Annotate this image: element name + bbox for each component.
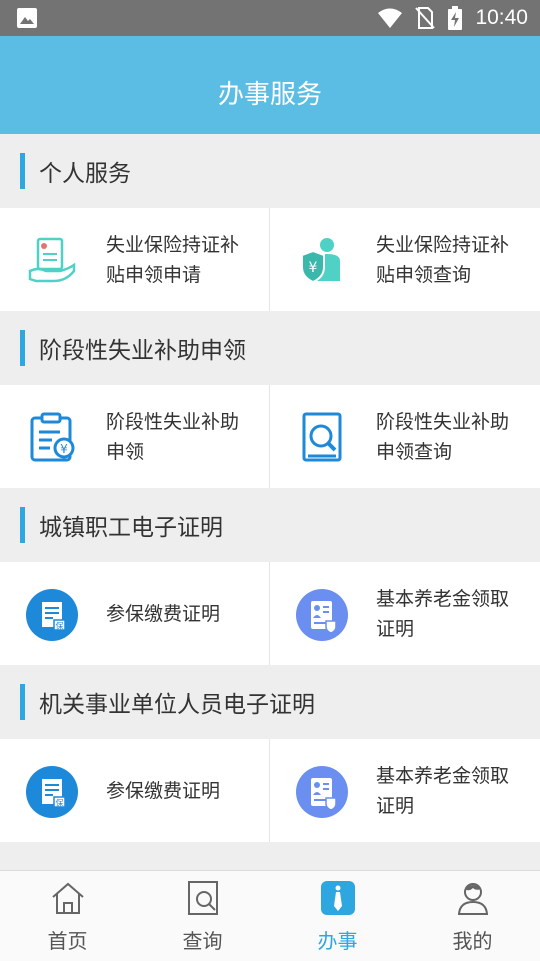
insurance-certificate-icon: 保 [26, 766, 78, 818]
svg-text:保: 保 [56, 621, 64, 631]
tab-label: 我的 [452, 929, 493, 953]
certificate-hand-icon [28, 237, 76, 283]
no-sim-icon [415, 7, 436, 29]
page-title: 办事服务 [217, 80, 322, 110]
section-title: 城镇职工电子证明 [39, 515, 223, 541]
tab-services[interactable]: 办事 [270, 871, 405, 961]
service-item-unemployment-subsidy-query[interactable]: ¥ 失业保险持证补贴申领查询 [269, 208, 540, 311]
pension-certificate-icon [296, 589, 348, 641]
service-list[interactable]: 个人服务 失业保险持证补贴申领申请 ¥ 失业保险持证补贴申领查询 阶段性失业补助… [0, 134, 540, 870]
section-accent-bar [20, 507, 25, 543]
status-time: 10:40 [475, 6, 528, 29]
service-row: 保 参保缴费证明 基本养老金领取证明 [0, 562, 540, 665]
service-item-label: 基本养老金领取证明 [376, 764, 510, 817]
home-icon [51, 882, 84, 914]
user-icon [457, 883, 488, 915]
svg-text:保: 保 [56, 798, 64, 808]
service-item-label: 失业保险持证补贴申领申请 [106, 233, 240, 286]
service-row: ¥ 阶段性失业补助申领 阶段性失业补助申领查询 [0, 385, 540, 488]
image-notification-icon [17, 8, 37, 28]
service-item-label: 参保缴费证明 [106, 779, 221, 802]
service-item-pension-proof[interactable]: 基本养老金领取证明 [269, 739, 540, 842]
section-title: 阶段性失业补助申领 [39, 338, 246, 364]
service-item-pension-proof[interactable]: 基本养老金领取证明 [269, 562, 540, 665]
service-row: 失业保险持证补贴申领申请 ¥ 失业保险持证补贴申领查询 [0, 208, 540, 311]
tab-label: 首页 [47, 929, 88, 953]
section-header: 阶段性失业补助申领 [0, 311, 540, 385]
section-header: 城镇职工电子证明 [0, 488, 540, 562]
document-search-icon [302, 412, 342, 462]
search-doc-icon [187, 881, 218, 915]
svg-text:¥: ¥ [60, 442, 68, 456]
tab-label: 查询 [182, 929, 223, 953]
bottom-tab-bar: 首页 查询 办事 我的 [0, 870, 540, 961]
service-item-label: 参保缴费证明 [106, 602, 221, 625]
svg-text:¥: ¥ [309, 260, 318, 276]
app-header: 办事服务 [0, 36, 540, 134]
section-header: 机关事业单位人员电子证明 [0, 665, 540, 739]
tab-home[interactable]: 首页 [0, 871, 135, 961]
section-title: 个人服务 [39, 161, 131, 187]
person-yen-shield-icon: ¥ [301, 238, 340, 284]
section-header: 个人服务 [0, 134, 540, 208]
service-item-label: 基本养老金领取证明 [376, 587, 510, 640]
service-item-label: 失业保险持证补贴申领查询 [376, 233, 510, 286]
tab-mine[interactable]: 我的 [405, 871, 540, 961]
service-item-label: 阶段性失业补助申领 [106, 410, 240, 463]
tab-query[interactable]: 查询 [135, 871, 270, 961]
tie-icon [320, 881, 355, 915]
service-item-label: 阶段性失业补助申领查询 [376, 410, 510, 463]
wifi-icon [378, 8, 403, 28]
service-row: 保 参保缴费证明 基本养老金领取证明 [0, 739, 540, 842]
pension-certificate-icon [296, 766, 348, 818]
service-item-unemployment-subsidy-apply[interactable]: 失业保险持证补贴申领申请 [0, 208, 269, 311]
battery-charging-icon [448, 6, 463, 30]
insurance-certificate-icon: 保 [26, 589, 78, 641]
section-title: 机关事业单位人员电子证明 [39, 692, 315, 718]
section-accent-bar [20, 153, 25, 189]
service-item-phased-subsidy-query[interactable]: 阶段性失业补助申领查询 [269, 385, 540, 488]
service-item-insurance-payment-proof[interactable]: 保 参保缴费证明 [0, 562, 269, 665]
service-item-insurance-payment-proof[interactable]: 保 参保缴费证明 [0, 739, 269, 842]
section-accent-bar [20, 684, 25, 720]
tab-label: 办事 [317, 929, 358, 953]
service-item-phased-subsidy-apply[interactable]: ¥ 阶段性失业补助申领 [0, 385, 269, 488]
clipboard-yen-icon: ¥ [30, 412, 75, 462]
section-accent-bar [20, 330, 25, 366]
status-bar: 10:40 [0, 0, 540, 36]
